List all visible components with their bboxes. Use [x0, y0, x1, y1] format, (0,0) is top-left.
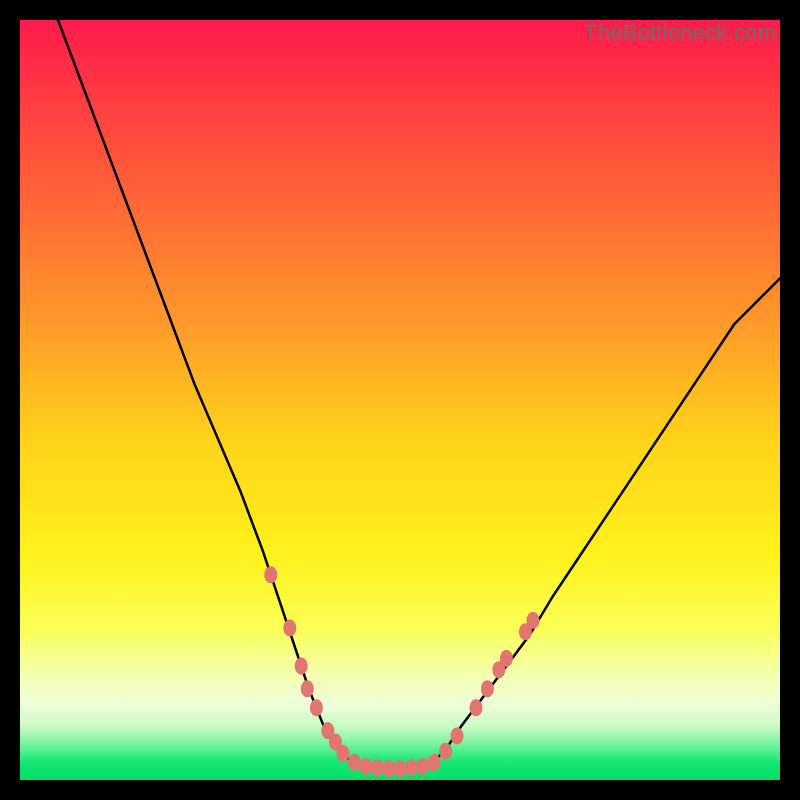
scatter-point [481, 680, 494, 697]
scatter-point [500, 650, 513, 667]
scatter-point [371, 759, 384, 776]
scatter-point [295, 658, 308, 675]
scatter-point [283, 620, 296, 637]
scatter-point [405, 759, 418, 776]
scatter-point [310, 699, 323, 716]
scatter-point [337, 745, 350, 762]
scatter-point [394, 760, 407, 777]
scatter-point [301, 680, 314, 697]
scatter-point [470, 699, 483, 716]
scatter-point [382, 760, 395, 777]
scatter-point [264, 566, 277, 583]
scatter-point [348, 754, 361, 771]
scatter-point [428, 754, 441, 771]
scatter-point [451, 727, 464, 744]
scatter-point [527, 612, 540, 629]
chart-frame: TheBottleneck.com [20, 20, 780, 780]
scatter-point [359, 758, 372, 775]
scatter-point [439, 743, 452, 760]
chart-background [20, 20, 780, 780]
chart-svg [20, 20, 780, 780]
watermark-text: TheBottleneck.com [584, 20, 776, 46]
scatter-point [416, 758, 429, 775]
